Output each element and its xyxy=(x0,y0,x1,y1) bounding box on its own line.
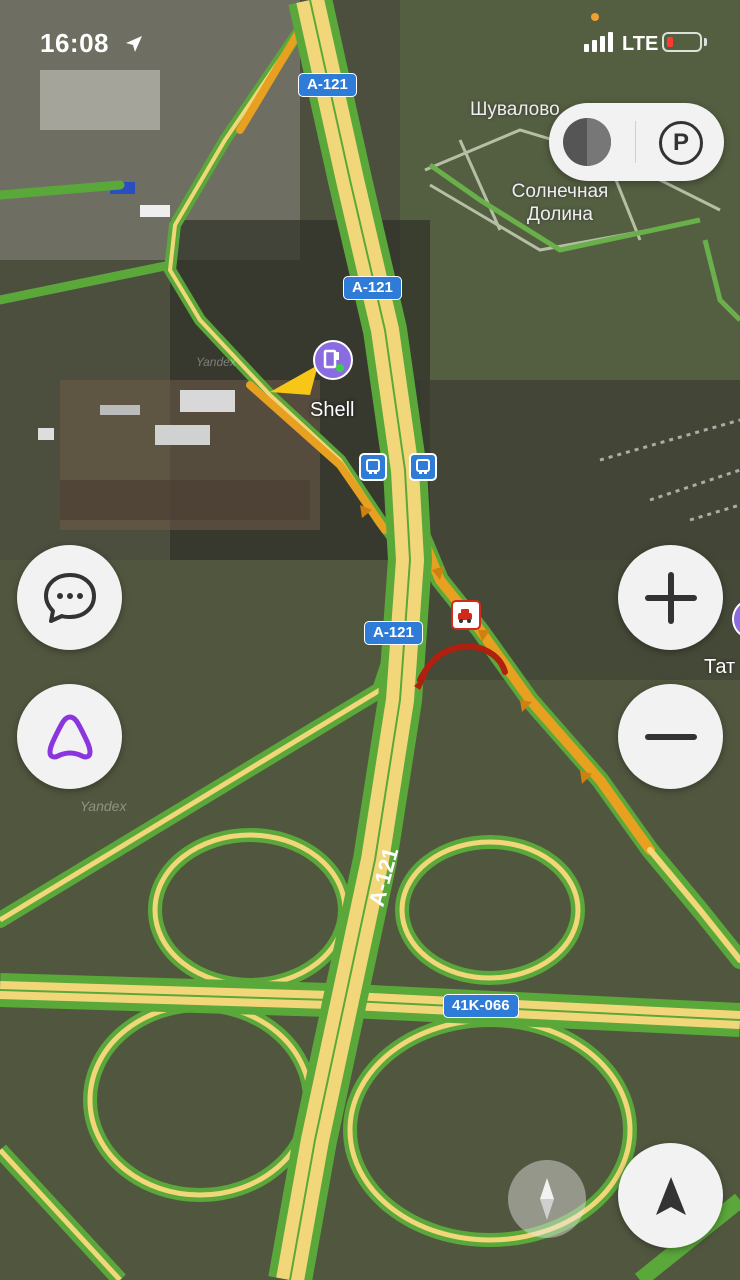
recording-indicator-dot xyxy=(591,13,599,21)
road-shield-41k066: 41K-066 xyxy=(443,994,519,1018)
layers-control: P xyxy=(549,103,724,181)
status-bar: 16:08 LTE xyxy=(0,0,740,90)
compass-button[interactable] xyxy=(508,1160,586,1238)
zoom-out-button[interactable] xyxy=(618,684,723,789)
cellular-signal-icon xyxy=(584,32,613,52)
layers-divider xyxy=(635,121,636,163)
road-shield-a121: A-121 xyxy=(298,73,357,97)
fuel-station-icon[interactable] xyxy=(313,340,353,380)
network-type: LTE xyxy=(622,33,659,55)
navigation-arrow-icon xyxy=(655,1176,686,1215)
building xyxy=(100,405,140,415)
plus-icon xyxy=(644,571,697,624)
chat-button[interactable] xyxy=(17,545,122,650)
minus-icon xyxy=(644,733,697,740)
building xyxy=(60,480,310,520)
building xyxy=(180,390,235,412)
bus-stop-icon[interactable] xyxy=(409,453,437,481)
place-label-solnechnaya-dolina: Солнечная Долина xyxy=(511,181,609,225)
location-services-icon xyxy=(126,36,142,52)
building xyxy=(140,205,170,217)
chat-bubble-icon xyxy=(43,572,96,623)
battery-icon xyxy=(662,32,702,52)
building xyxy=(38,428,54,440)
road-shield-a121: A-121 xyxy=(364,621,423,645)
bus-stop-icon[interactable] xyxy=(359,453,387,481)
map-watermark: Yandex xyxy=(80,798,127,814)
traffic-layer-icon[interactable] xyxy=(563,118,611,166)
status-time: 16:08 xyxy=(40,28,109,58)
map-watermark: Yandex xyxy=(196,355,236,369)
parking-layer-icon[interactable]: P xyxy=(659,121,703,165)
place-label-tat: Тат xyxy=(704,656,736,678)
building xyxy=(155,425,210,445)
alice-button[interactable] xyxy=(17,684,122,789)
battery-tip xyxy=(704,38,707,46)
accident-icon[interactable] xyxy=(451,600,481,630)
compass-icon xyxy=(540,1178,554,1220)
zoom-in-button[interactable] xyxy=(618,545,723,650)
road-shield-a121: A-121 xyxy=(343,276,402,300)
poi-label-shell[interactable]: Shell xyxy=(310,399,354,422)
place-label-shuvalovo: Шувалово xyxy=(470,99,560,120)
alice-assistant-icon xyxy=(47,714,92,759)
my-location-button[interactable] xyxy=(618,1143,723,1248)
